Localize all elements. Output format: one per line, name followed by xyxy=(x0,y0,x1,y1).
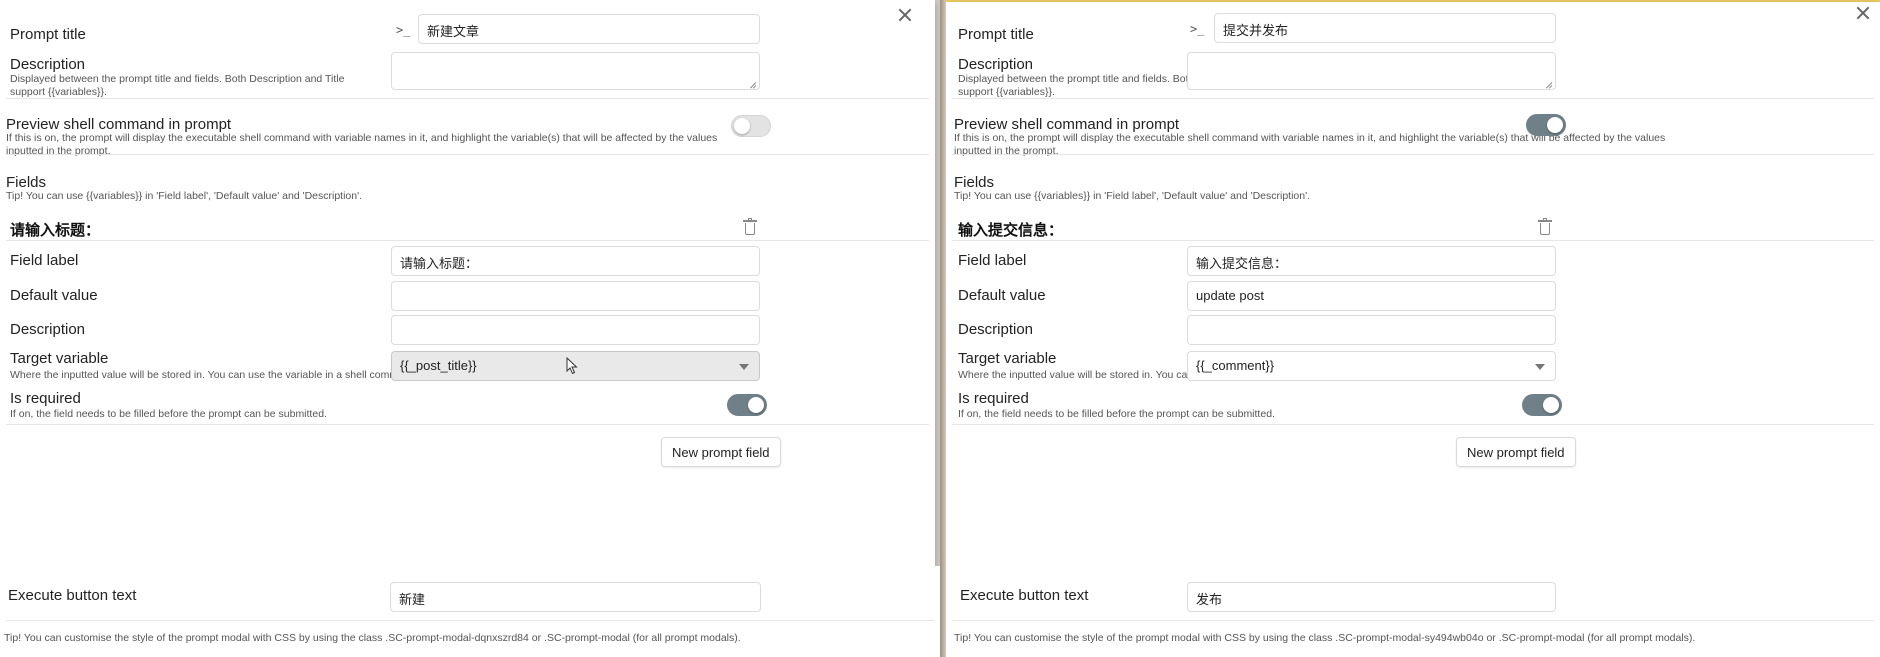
trash-icon[interactable] xyxy=(743,218,757,235)
description-help: Displayed between the prompt title and f… xyxy=(10,73,345,98)
settings-below-modal: Execute button text 发布 Tip! You can cust… xyxy=(946,566,1880,657)
target-variable-label: Target variable xyxy=(10,350,109,367)
field-description-label: Description xyxy=(10,321,86,338)
prompt-title-input[interactable]: 新建文章 xyxy=(418,14,760,44)
resize-handle-icon[interactable] xyxy=(748,78,756,86)
divider xyxy=(952,424,1874,425)
divider xyxy=(952,620,1874,621)
settings-below-modal: Execute button text 新建 Tip! You can cust… xyxy=(0,566,940,657)
field-description-label: Description xyxy=(958,321,1034,338)
prompt-title-input[interactable]: 提交并发布 xyxy=(1214,13,1556,43)
mouse-cursor-icon xyxy=(566,357,578,375)
is-required-help: If on, the field needs to be filled befo… xyxy=(10,408,327,420)
field-heading: 请输入标题： xyxy=(10,222,101,239)
fields-label: Fields xyxy=(6,174,47,191)
target-variable-select[interactable]: {{_comment}} xyxy=(1187,351,1556,381)
target-variable-value: {{_comment}} xyxy=(1196,358,1275,373)
is-required-label: Is required xyxy=(958,390,1029,407)
new-prompt-field-button[interactable]: New prompt field xyxy=(1456,437,1576,467)
new-prompt-field-button[interactable]: New prompt field xyxy=(661,437,781,467)
field-label-input[interactable]: 输入提交信息： xyxy=(1187,246,1556,276)
description-label: Description xyxy=(958,56,1034,73)
is-required-label: Is required xyxy=(10,390,81,407)
prompt-settings-modal: Prompt title >_ 提交并发布 Description Displa… xyxy=(946,2,1880,566)
description-label: Description xyxy=(10,56,86,73)
divider xyxy=(6,98,929,99)
default-value-input[interactable]: update post xyxy=(1187,281,1556,311)
divider xyxy=(952,98,1874,99)
fields-help: Tip! You can use {{variables}} in 'Field… xyxy=(6,190,363,202)
divider xyxy=(6,240,929,241)
preview-shell-toggle[interactable] xyxy=(731,115,771,137)
divider xyxy=(6,620,934,621)
css-tip: Tip! You can customise the style of the … xyxy=(4,632,741,644)
settings-pane-left: Prompt title >_ 新建文章 Description Display… xyxy=(0,0,940,657)
is-required-help: If on, the field needs to be filled befo… xyxy=(958,408,1275,420)
field-label-label: Field label xyxy=(10,252,79,269)
divider xyxy=(6,154,929,155)
preview-shell-label: Preview shell command in prompt xyxy=(6,116,232,133)
css-tip: Tip! You can customise the style of the … xyxy=(954,632,1696,644)
preview-shell-label: Preview shell command in prompt xyxy=(954,116,1180,133)
execute-button-text-label: Execute button text xyxy=(8,587,137,604)
field-heading: 输入提交信息： xyxy=(958,222,1064,239)
execute-button-text-input[interactable]: 发布 xyxy=(1187,582,1556,612)
divider xyxy=(952,154,1874,155)
target-variable-help: Where the inputted value will be stored … xyxy=(10,369,419,381)
field-description-input[interactable] xyxy=(391,315,760,345)
target-variable-label: Target variable xyxy=(958,350,1057,367)
is-required-toggle[interactable] xyxy=(727,394,767,416)
fields-help: Tip! You can use {{variables}} in 'Field… xyxy=(954,190,1311,202)
default-value-label: Default value xyxy=(958,287,1046,304)
is-required-toggle[interactable] xyxy=(1522,394,1562,416)
divider xyxy=(6,424,929,425)
settings-pane-right: Prompt title >_ 提交并发布 Description Displa… xyxy=(946,0,1880,657)
prompt-settings-modal: Prompt title >_ 新建文章 Description Display… xyxy=(0,0,935,566)
divider xyxy=(952,240,1874,241)
description-textarea[interactable] xyxy=(1187,52,1556,90)
resize-handle-icon[interactable] xyxy=(1544,78,1552,86)
fields-label: Fields xyxy=(954,174,995,191)
close-icon[interactable] xyxy=(896,6,914,24)
target-variable-value: {{_post_title}} xyxy=(400,358,477,373)
field-label-label: Field label xyxy=(958,252,1027,269)
chevron-down-icon xyxy=(1535,364,1545,370)
execute-button-text-input[interactable]: 新建 xyxy=(390,582,761,612)
field-description-input[interactable] xyxy=(1187,315,1556,345)
toggle-knob xyxy=(1547,117,1563,133)
toggle-knob xyxy=(1543,397,1559,413)
terminal-icon: >_ xyxy=(1190,22,1205,36)
toggle-knob xyxy=(748,397,764,413)
preview-shell-toggle[interactable] xyxy=(1526,114,1566,136)
chevron-down-icon xyxy=(739,364,749,370)
default-value-input[interactable] xyxy=(391,281,760,311)
close-icon[interactable] xyxy=(1854,4,1872,22)
terminal-icon: >_ xyxy=(396,23,411,37)
prompt-title-label: Prompt title xyxy=(958,26,1034,43)
toggle-knob xyxy=(734,118,750,134)
prompt-title-label: Prompt title xyxy=(10,26,86,43)
execute-button-text-label: Execute button text xyxy=(960,587,1089,604)
default-value-label: Default value xyxy=(10,287,98,304)
description-textarea[interactable] xyxy=(391,52,760,90)
trash-icon[interactable] xyxy=(1538,218,1552,235)
field-label-input[interactable]: 请输入标题： xyxy=(391,246,760,276)
